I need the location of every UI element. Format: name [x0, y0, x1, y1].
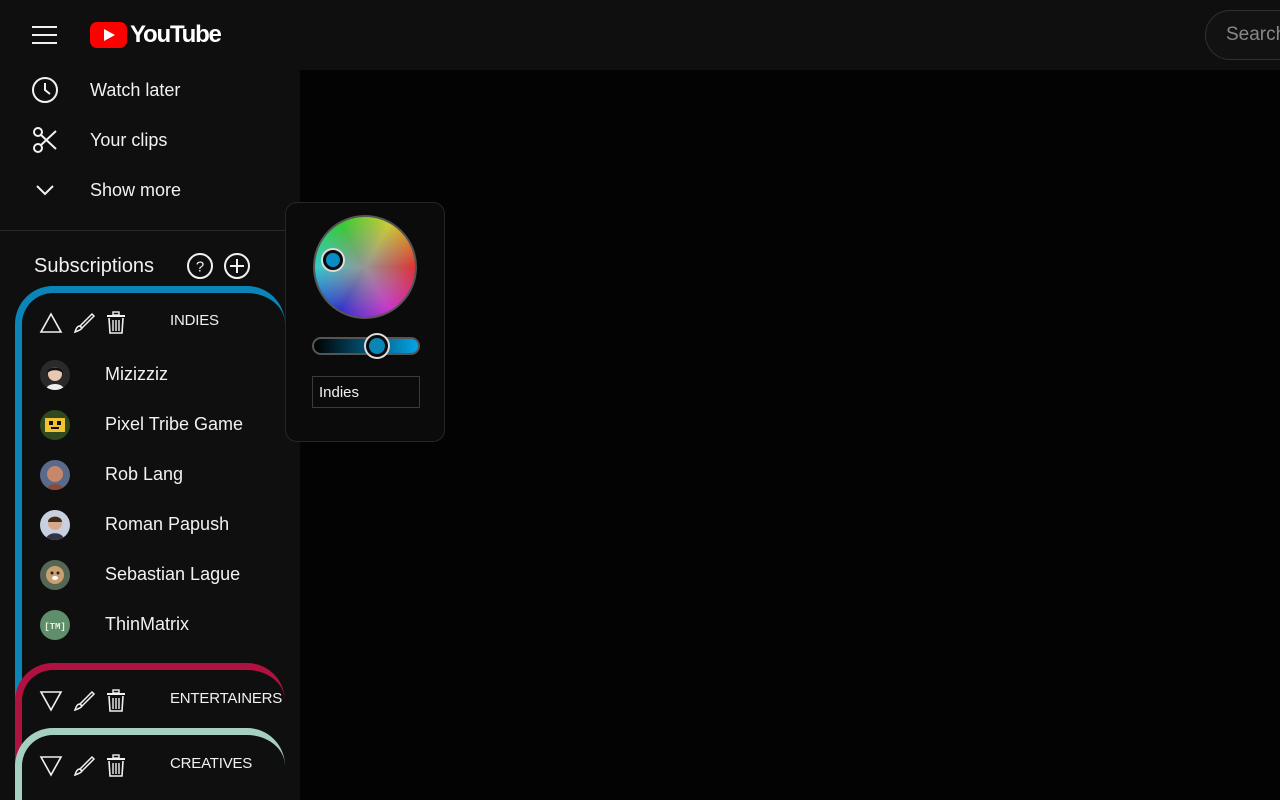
chevron-down-icon: [30, 175, 60, 205]
color-picker-popup: [285, 202, 445, 442]
group-header: ENTERTAINERS: [22, 670, 285, 720]
color-wheel[interactable]: [313, 215, 417, 319]
channel-item[interactable]: Pixel Tribe Game: [22, 400, 285, 450]
group-creatives: CREATIVES: [15, 728, 285, 800]
group-name-input[interactable]: [312, 376, 420, 408]
search-input[interactable]: [1226, 24, 1280, 46]
subscriptions-title: Subscriptions: [34, 255, 155, 277]
edit-brush-icon[interactable]: [71, 310, 97, 336]
menu-button[interactable]: [20, 12, 70, 58]
color-wheel-handle[interactable]: [323, 250, 343, 270]
edit-brush-icon[interactable]: [71, 688, 97, 714]
svg-text:?: ?: [196, 259, 204, 276]
nav-item-watch-later[interactable]: Watch later: [0, 70, 300, 115]
channel-name: Sebastian Lague: [105, 564, 241, 584]
channel-item[interactable]: Sebastian Lague: [22, 550, 285, 600]
scissors-icon: [30, 125, 60, 155]
group-name: CREATIVES: [170, 755, 253, 772]
group-name: INDIES: [170, 312, 219, 329]
avatar: [40, 560, 70, 590]
nav-item-label: Watch later: [90, 79, 181, 100]
channel-item[interactable]: Roman Papush: [22, 500, 285, 550]
collapse-triangle-up-icon[interactable]: [38, 310, 64, 336]
group-header: INDIES: [22, 293, 285, 343]
avatar: [40, 510, 70, 540]
avatar: [40, 410, 70, 440]
channel-name: ThinMatrix: [105, 614, 190, 634]
divider: [0, 230, 300, 231]
svg-text:[TM]: [TM]: [44, 622, 66, 632]
channel-item[interactable]: [TM] ThinMatrix: [22, 600, 285, 650]
clock-icon: [30, 75, 60, 105]
avatar: [40, 360, 70, 390]
add-group-icon[interactable]: [223, 252, 251, 280]
nav-item-label: Show more: [90, 179, 182, 200]
trash-icon[interactable]: [103, 310, 129, 336]
hamburger-icon: [32, 26, 57, 44]
channel-name: Rob Lang: [105, 464, 184, 484]
channel-item[interactable]: Mizizziz: [22, 350, 285, 400]
nav-item-show-more[interactable]: Show more: [0, 165, 300, 215]
channel-name: Pixel Tribe Game: [105, 414, 244, 434]
search-box[interactable]: [1205, 10, 1280, 60]
trash-icon[interactable]: [103, 688, 129, 714]
logo-text: YouTube: [130, 21, 222, 48]
avatar: [40, 460, 70, 490]
trash-icon[interactable]: [103, 753, 129, 779]
channel-item[interactable]: Rob Lang: [22, 450, 285, 500]
brightness-slider[interactable]: [312, 335, 420, 357]
avatar: [TM]: [40, 610, 70, 640]
youtube-logo[interactable]: YouTube: [90, 21, 222, 48]
group-indies: INDIES Mizizziz Pixel Tribe Game Rob Lan…: [15, 286, 285, 706]
help-icon[interactable]: ?: [186, 252, 214, 280]
sidebar: Watch later Your clips Show more Subscri…: [0, 70, 300, 800]
expand-triangle-down-icon[interactable]: [38, 688, 64, 714]
nav-item-your-clips[interactable]: Your clips: [0, 115, 300, 165]
group-header: CREATIVES: [22, 735, 285, 785]
youtube-play-icon: [90, 22, 127, 48]
channel-name: Roman Papush: [105, 514, 230, 534]
channel-name: Mizizziz: [105, 364, 168, 384]
brightness-slider-knob[interactable]: [365, 335, 388, 357]
expand-triangle-down-icon[interactable]: [38, 753, 64, 779]
group-name: ENTERTAINERS: [170, 690, 283, 707]
nav-item-label: Your clips: [90, 129, 168, 150]
top-bar: YouTube: [0, 0, 1280, 70]
edit-brush-icon[interactable]: [71, 753, 97, 779]
